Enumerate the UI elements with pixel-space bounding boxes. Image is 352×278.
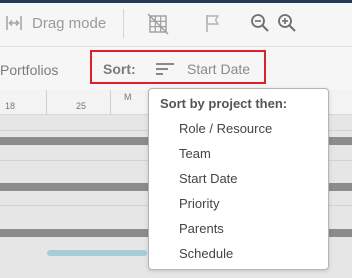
sort-option-priority[interactable]: Priority xyxy=(179,196,219,211)
drag-mode-icon xyxy=(6,16,22,30)
sort-menu: Sort by project then: Role / Resource Te… xyxy=(148,88,329,270)
sort-option-schedule[interactable]: Schedule xyxy=(179,246,233,261)
sort-menu-title: Sort by project then: xyxy=(160,96,288,111)
sort-option-start-date[interactable]: Start Date xyxy=(179,171,238,186)
portfolios-tab[interactable]: Portfolios xyxy=(0,62,58,78)
zoom-out-icon[interactable] xyxy=(249,12,271,34)
timeline-tick xyxy=(46,90,47,115)
gantt-task-bar[interactable] xyxy=(47,250,147,256)
toolbar-separator xyxy=(123,9,124,38)
timeline-month-label: M xyxy=(124,92,132,102)
grid-disabled-icon[interactable] xyxy=(146,12,170,36)
drag-mode-button[interactable]: Drag mode xyxy=(2,11,106,35)
sort-option-team[interactable]: Team xyxy=(179,146,211,161)
timeline-tick-label: 18 xyxy=(5,101,16,111)
sort-label: Sort: xyxy=(103,61,136,77)
timeline-tick-label: 25 xyxy=(76,101,87,111)
timeline-tick xyxy=(110,90,111,115)
sort-option-role-resource[interactable]: Role / Resource xyxy=(179,121,272,136)
sort-value[interactable]: Start Date xyxy=(187,61,250,77)
top-accent-bar xyxy=(0,0,352,3)
drag-mode-label: Drag mode xyxy=(32,14,107,32)
sort-option-parents[interactable]: Parents xyxy=(179,221,224,236)
sort-icon xyxy=(156,63,174,75)
flag-icon[interactable] xyxy=(202,12,224,34)
zoom-in-icon[interactable] xyxy=(276,12,298,34)
